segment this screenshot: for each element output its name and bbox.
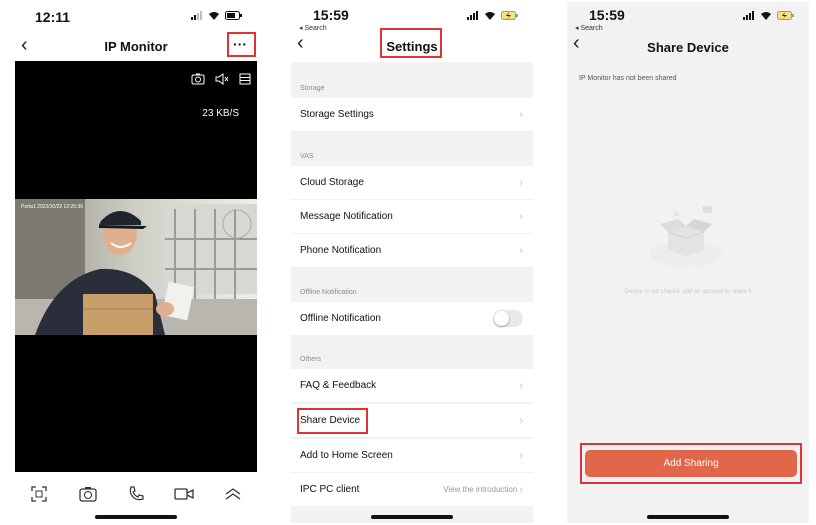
wifi-icon	[761, 12, 771, 20]
doorbell-snapshot	[15, 199, 257, 335]
battery-icon	[225, 11, 242, 20]
row-label: Offline Notification	[300, 313, 381, 324]
row-label: Phone Notification	[300, 245, 382, 256]
signal-icon	[467, 11, 478, 20]
highlight-settings-title	[380, 28, 442, 58]
fullscreen-icon[interactable]	[27, 482, 51, 506]
battery-charging-icon	[501, 11, 518, 20]
status-time: 15:59	[313, 7, 349, 23]
empty-state-text: Device is not shared, add an account to …	[624, 289, 752, 295]
status-icons	[467, 11, 519, 20]
status-icons	[743, 11, 795, 20]
share-device-screen: 15:59 ◂ Search ‹ Share Device IP Monitor…	[567, 2, 809, 523]
chevron-up-icon[interactable]	[221, 482, 245, 506]
chevron-right-icon: ›	[519, 379, 523, 392]
row-ipc-pc-client[interactable]: IPC PC client View the introduction ›	[291, 473, 533, 506]
chevron-right-icon: ›	[519, 244, 523, 257]
section-header-offline: Offline Notification	[300, 289, 357, 296]
highlight-add-sharing	[580, 443, 802, 484]
empty-box-icon	[650, 206, 722, 267]
status-bar: 15:59 ◂ Search	[567, 2, 809, 32]
home-indicator	[95, 515, 177, 519]
chevron-right-icon: ›	[519, 176, 523, 189]
row-message-notification[interactable]: Message Notification ›	[291, 200, 533, 233]
status-icons	[191, 11, 243, 20]
signal-icon	[191, 11, 202, 20]
bitrate-readout: 23 KB/S	[202, 108, 239, 119]
wifi-icon	[209, 12, 219, 20]
section-header-vas: VAS	[300, 153, 314, 160]
status-time: 12:11	[35, 9, 71, 25]
status-bar: 12:11	[15, 2, 257, 30]
camera-icon[interactable]	[76, 482, 100, 506]
video-timestamp: Porta1 2022/10/22 12:25:36	[21, 204, 83, 210]
row-label: Add to Home Screen	[300, 450, 393, 461]
status-time: 15:59	[589, 7, 625, 23]
wifi-icon	[485, 12, 495, 20]
chevron-right-icon: ›	[519, 483, 523, 496]
row-label: IPC PC client	[300, 484, 360, 495]
battery-charging-icon	[777, 11, 794, 20]
section-header-others: Others	[300, 356, 322, 363]
row-label: Message Notification	[300, 211, 393, 222]
row-add-to-home-screen[interactable]: Add to Home Screen ›	[291, 439, 533, 472]
row-label: Storage Settings	[300, 109, 374, 120]
row-value: View the introduction	[443, 485, 518, 494]
row-label: FAQ & Feedback	[300, 380, 377, 391]
signal-icon	[743, 11, 754, 20]
video-controls	[191, 73, 251, 85]
record-icon[interactable]	[172, 482, 196, 506]
row-offline-notification: Offline Notification	[291, 302, 533, 335]
chevron-right-icon: ›	[519, 414, 523, 427]
row-storage-settings[interactable]: Storage Settings ›	[291, 98, 533, 131]
row-faq-feedback[interactable]: FAQ & Feedback ›	[291, 369, 533, 402]
page-title: IP Monitor	[104, 39, 168, 54]
home-indicator	[371, 515, 453, 519]
home-indicator	[647, 515, 729, 519]
section-header-storage: Storage	[300, 85, 325, 92]
nav-bar: ‹ IP Monitor ···	[15, 32, 257, 62]
page-title: Share Device	[647, 40, 729, 55]
nav-bar: ‹ Share Device	[567, 30, 809, 60]
row-cloud-storage[interactable]: Cloud Storage ›	[291, 166, 533, 199]
status-bar: 15:59 ◂ Search	[291, 2, 533, 32]
quality-icon[interactable]	[239, 73, 251, 85]
highlight-share-device	[297, 408, 368, 434]
mute-icon[interactable]	[215, 73, 229, 85]
row-label: Cloud Storage	[300, 177, 364, 188]
share-status-text: IP Monitor has not been shared	[579, 75, 677, 82]
video-view[interactable]: 23 KB/S Porta1 2022/10/22 12:25:36	[15, 61, 257, 472]
offline-notification-toggle[interactable]	[493, 310, 523, 327]
settings-screen: 15:59 ◂ Search ‹ Settings Storage Storag…	[291, 2, 533, 523]
highlight-more-button	[227, 32, 256, 57]
ip-monitor-screen: 12:11 ‹ IP Monitor ··· 23 KB/S Porta1 20…	[15, 2, 257, 523]
call-icon[interactable]	[124, 482, 148, 506]
screenshot-icon[interactable]	[191, 73, 205, 85]
chevron-right-icon: ›	[519, 108, 523, 121]
row-phone-notification[interactable]: Phone Notification ›	[291, 234, 533, 267]
chevron-right-icon: ›	[519, 210, 523, 223]
chevron-right-icon: ›	[519, 449, 523, 462]
